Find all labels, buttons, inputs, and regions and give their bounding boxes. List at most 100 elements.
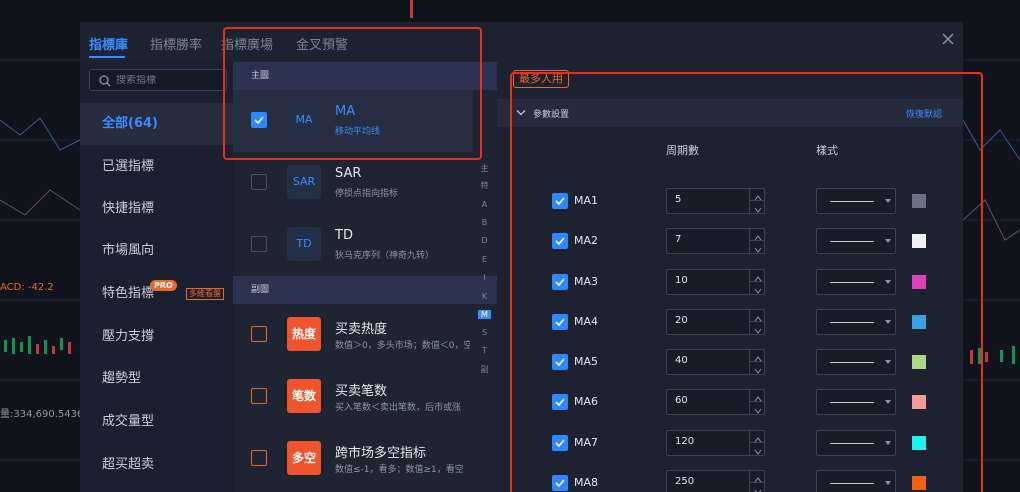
ma-line-style-select[interactable] (816, 430, 896, 456)
alpha-index-s[interactable]: S (478, 328, 491, 337)
ma-period-stepper[interactable] (666, 309, 765, 335)
reset-default-button[interactable]: 恢復默認 (906, 107, 942, 120)
category-featured[interactable]: 特色指標 PRO 多維看盤 (80, 273, 233, 315)
ma-period-input[interactable] (675, 436, 745, 447)
tab-indicator-library[interactable]: 指標庫 (89, 34, 128, 53)
ma-period-stepper[interactable] (666, 228, 765, 254)
ma-period-stepper[interactable] (666, 188, 765, 214)
stepper-down-icon[interactable] (749, 443, 765, 455)
category-all[interactable]: 全部(64) (80, 103, 233, 145)
ma-period-input[interactable] (675, 194, 745, 205)
stepper-up-icon[interactable] (749, 350, 765, 362)
ma-line-style-select[interactable] (816, 470, 896, 492)
stepper-up-icon[interactable] (749, 270, 765, 282)
ma-period-input[interactable] (675, 275, 745, 286)
ma-row-checkbox[interactable] (552, 394, 568, 410)
ma-color-swatch[interactable] (912, 234, 926, 248)
stepper-down-icon[interactable] (749, 241, 765, 253)
ma-row-checkbox[interactable] (552, 314, 568, 330)
alpha-index-sub[interactable]: 副 (478, 364, 491, 375)
indicator-td-checkbox[interactable] (251, 236, 267, 252)
tab-indicator-win-rate[interactable]: 指標勝率 (150, 34, 202, 53)
ma-row-checkbox[interactable] (552, 274, 568, 290)
ma-color-swatch[interactable] (912, 436, 926, 450)
ma-period-stepper[interactable] (666, 269, 765, 295)
ma-period-stepper[interactable] (666, 349, 765, 375)
close-icon[interactable] (940, 32, 956, 48)
indicator-trade-count-checkbox[interactable] (251, 388, 267, 404)
category-featured-label: 特色指標 (102, 286, 155, 301)
alpha-index-i[interactable]: I (478, 273, 491, 282)
ma-period-stepper[interactable] (666, 470, 765, 492)
category-selected[interactable]: 已選指標 (80, 146, 233, 188)
indicator-trade-heat[interactable]: 热度 买卖热度 数值＞0，多头市场；数值＜0，空头市场 (233, 304, 473, 366)
ma-period-input[interactable] (675, 395, 745, 406)
stepper-up-icon[interactable] (749, 229, 765, 241)
alpha-index-e[interactable]: E (478, 255, 491, 264)
tab-golden-cross-alert[interactable]: 金叉預警 (296, 34, 348, 53)
ma-line-style-select[interactable] (816, 269, 896, 295)
indicator-cross-market[interactable]: 多空 跨市场多空指标 数值≤-1，看多；数值≥1，看空 (233, 428, 473, 490)
ma-color-swatch[interactable] (912, 194, 926, 208)
ma-period-input[interactable] (675, 315, 745, 326)
ma-row-checkbox[interactable] (552, 193, 568, 209)
ma-color-swatch[interactable] (912, 315, 926, 329)
category-trend[interactable]: 趨勢型 (80, 358, 233, 400)
stepper-up-icon[interactable] (749, 431, 765, 443)
alpha-index-main[interactable]: 主 (478, 163, 491, 174)
stepper-down-icon[interactable] (749, 483, 765, 492)
stepper-down-icon[interactable] (749, 362, 765, 374)
alpha-index-d[interactable]: D (478, 236, 491, 245)
ma-line-style-select[interactable] (816, 389, 896, 415)
alpha-index-special[interactable]: 特 (478, 180, 491, 191)
stepper-down-icon[interactable] (749, 282, 765, 294)
ma-period-input[interactable] (675, 476, 745, 487)
alpha-index-t[interactable]: T (478, 346, 491, 355)
param-settings-header[interactable]: 參數設置 恢復默認 (497, 99, 963, 127)
ma-line-style-select[interactable] (816, 188, 896, 214)
ma-color-swatch[interactable] (912, 476, 926, 490)
ma-line-style-select[interactable] (816, 349, 896, 375)
ma-period-stepper[interactable] (666, 389, 765, 415)
ma-row-checkbox[interactable] (552, 435, 568, 451)
category-volume[interactable]: 成交量型 (80, 401, 233, 443)
ma-row-checkbox[interactable] (552, 475, 568, 491)
category-overbought-oversold[interactable]: 超买超卖 (80, 444, 233, 486)
ma-color-swatch[interactable] (912, 395, 926, 409)
indicator-trade-heat-checkbox[interactable] (251, 326, 267, 342)
stepper-up-icon[interactable] (749, 390, 765, 402)
stepper-up-icon[interactable] (749, 310, 765, 322)
stepper-up-icon[interactable] (749, 189, 765, 201)
category-shortcut[interactable]: 快捷指標 (80, 188, 233, 230)
ma-color-swatch[interactable] (912, 275, 926, 289)
search-input[interactable] (116, 74, 228, 86)
indicator-trade-count[interactable]: 笔数 买卖笔数 买入笔数＜卖出笔数，后市或涨 (233, 366, 473, 428)
ma-line-style-select[interactable] (816, 309, 896, 335)
indicator-sar[interactable]: SAR SAR 停损点指向指标 (233, 152, 473, 214)
alpha-index-b[interactable]: B (478, 218, 491, 227)
indicator-td[interactable]: TD TD 狄马克序列（神奇九转） (233, 214, 473, 276)
ma-row-checkbox[interactable] (552, 354, 568, 370)
alpha-index-k[interactable]: K (478, 292, 491, 301)
indicator-cross-market-checkbox[interactable] (251, 450, 267, 466)
tab-indicator-plaza[interactable]: 指標廣場 (221, 34, 273, 53)
indicator-ma[interactable]: MA MA 移动平均线 (233, 90, 473, 152)
stepper-down-icon[interactable] (749, 402, 765, 414)
ma-row-checkbox[interactable] (552, 233, 568, 249)
ma-line-style-select[interactable] (816, 228, 896, 254)
stepper-up-icon[interactable] (749, 471, 765, 483)
alpha-index-a[interactable]: A (478, 200, 491, 209)
indicator-ma-checkbox[interactable] (251, 112, 267, 128)
indicator-sar-checkbox[interactable] (251, 174, 267, 190)
ma-period-input[interactable] (675, 355, 745, 366)
category-market-trend[interactable]: 市場風向 (80, 230, 233, 272)
ma-color-swatch[interactable] (912, 355, 926, 369)
stepper-down-icon[interactable] (749, 322, 765, 334)
ma-period-input[interactable] (675, 234, 745, 245)
stepper-down-icon[interactable] (749, 201, 765, 213)
category-pressure-support[interactable]: 壓力支撐 (80, 316, 233, 358)
alpha-index-m[interactable]: M (478, 310, 491, 319)
indicator-sar-desc: 停损点指向指标 (335, 189, 399, 199)
ma-period-stepper[interactable] (666, 430, 765, 456)
search-box[interactable] (89, 69, 228, 91)
